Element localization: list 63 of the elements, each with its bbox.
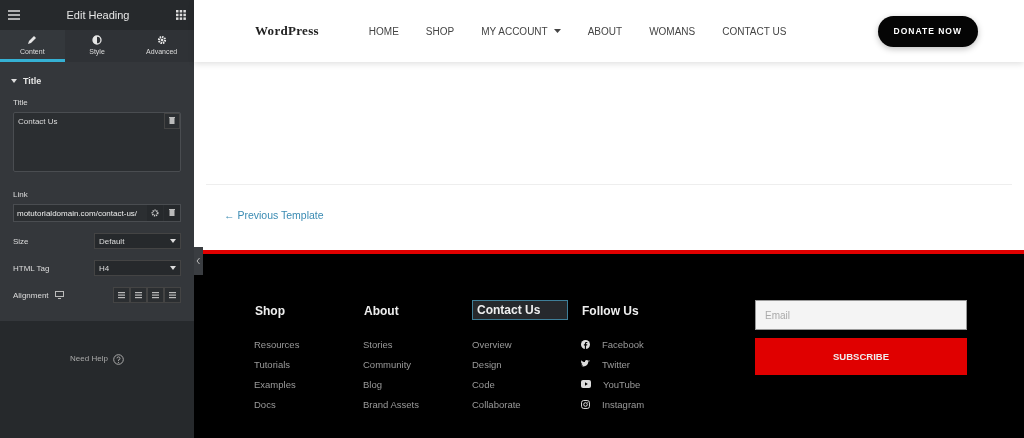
footer-link[interactable]: Design bbox=[472, 358, 502, 370]
footer-link[interactable]: Instagram bbox=[602, 398, 645, 410]
align-button[interactable] bbox=[164, 287, 181, 303]
trash-icon[interactable] bbox=[164, 113, 180, 129]
footer-link[interactable]: Community bbox=[363, 358, 412, 370]
facebook-icon[interactable] bbox=[581, 339, 590, 349]
caret-icon bbox=[553, 29, 561, 33]
nav-link[interactable]: HOME bbox=[368, 25, 399, 37]
footer-link[interactable]: YouTube bbox=[603, 378, 641, 390]
field-label: HTML Tag bbox=[13, 263, 51, 273]
collapse-handle[interactable] bbox=[194, 247, 203, 275]
grid-icon[interactable] bbox=[176, 10, 186, 20]
previous-template-link[interactable]: ← Previous Template bbox=[224, 209, 324, 221]
nav-link[interactable]: MY ACCOUNT bbox=[481, 25, 561, 37]
footer-heading[interactable]: About bbox=[363, 300, 459, 320]
footer-link[interactable]: Brand Assets bbox=[363, 398, 419, 410]
align-button[interactable] bbox=[147, 287, 164, 303]
nav-link[interactable]: CONTACT US bbox=[722, 25, 787, 37]
footer-link[interactable]: Resources bbox=[254, 338, 300, 350]
footer-link[interactable]: Tutorials bbox=[254, 358, 291, 370]
help-link[interactable]: Need Help bbox=[70, 354, 108, 363]
nav-link[interactable]: ABOUT bbox=[587, 25, 623, 37]
footer-link[interactable]: Twitter bbox=[602, 358, 630, 370]
footer-link[interactable]: Facebook bbox=[602, 338, 644, 350]
select-field[interactable]: Default bbox=[94, 233, 181, 249]
bird-icon[interactable] bbox=[581, 360, 590, 368]
gear-icon bbox=[156, 34, 167, 45]
footer-heading[interactable]: Shop bbox=[254, 300, 350, 320]
align-button[interactable] bbox=[113, 287, 130, 303]
footer-heading[interactable]: Contact Us bbox=[472, 300, 568, 320]
nav-link[interactable]: SHOP bbox=[425, 25, 455, 37]
email-field[interactable]: Email bbox=[755, 300, 967, 330]
field-label: Alignment bbox=[13, 290, 49, 300]
contrast-icon bbox=[92, 34, 102, 45]
play-icon[interactable] bbox=[581, 380, 591, 388]
select-field[interactable]: H4 bbox=[94, 260, 181, 276]
donate-button[interactable]: DONATE NOW bbox=[877, 15, 978, 47]
footer-link[interactable]: Docs bbox=[254, 398, 276, 410]
camera-icon[interactable] bbox=[581, 399, 590, 409]
field-label: Title bbox=[13, 98, 29, 107]
footer-link[interactable]: Code bbox=[472, 378, 495, 390]
panel-title: Edit Heading bbox=[66, 9, 130, 21]
section-toggle[interactable]: Title bbox=[11, 62, 181, 98]
nav-link[interactable]: WOMANS bbox=[649, 25, 696, 37]
field-label: Size bbox=[13, 236, 30, 246]
caret-icon[interactable] bbox=[11, 79, 17, 83]
footer-heading[interactable]: Follow Us bbox=[581, 300, 677, 320]
field-label: Link bbox=[13, 190, 29, 199]
align-button[interactable] bbox=[130, 287, 147, 303]
footer-link[interactable]: Stories bbox=[363, 338, 393, 350]
menu-icon[interactable] bbox=[8, 10, 20, 20]
footer-link[interactable]: Overview bbox=[472, 338, 512, 350]
footer-link[interactable]: Examples bbox=[254, 378, 296, 390]
footer-link[interactable]: Collaborate bbox=[472, 398, 521, 410]
subscribe-button[interactable]: SUBSCRIBE bbox=[755, 338, 967, 375]
site-logo[interactable]: WordPress bbox=[255, 23, 319, 39]
footer-link[interactable]: Blog bbox=[363, 378, 382, 390]
caret-icon bbox=[170, 239, 176, 243]
title-textarea[interactable]: Contact Us bbox=[13, 112, 181, 172]
pencil-icon bbox=[27, 34, 38, 45]
monitor-icon[interactable] bbox=[54, 291, 64, 299]
caret-icon bbox=[170, 266, 176, 270]
help-icon[interactable] bbox=[112, 354, 124, 365]
